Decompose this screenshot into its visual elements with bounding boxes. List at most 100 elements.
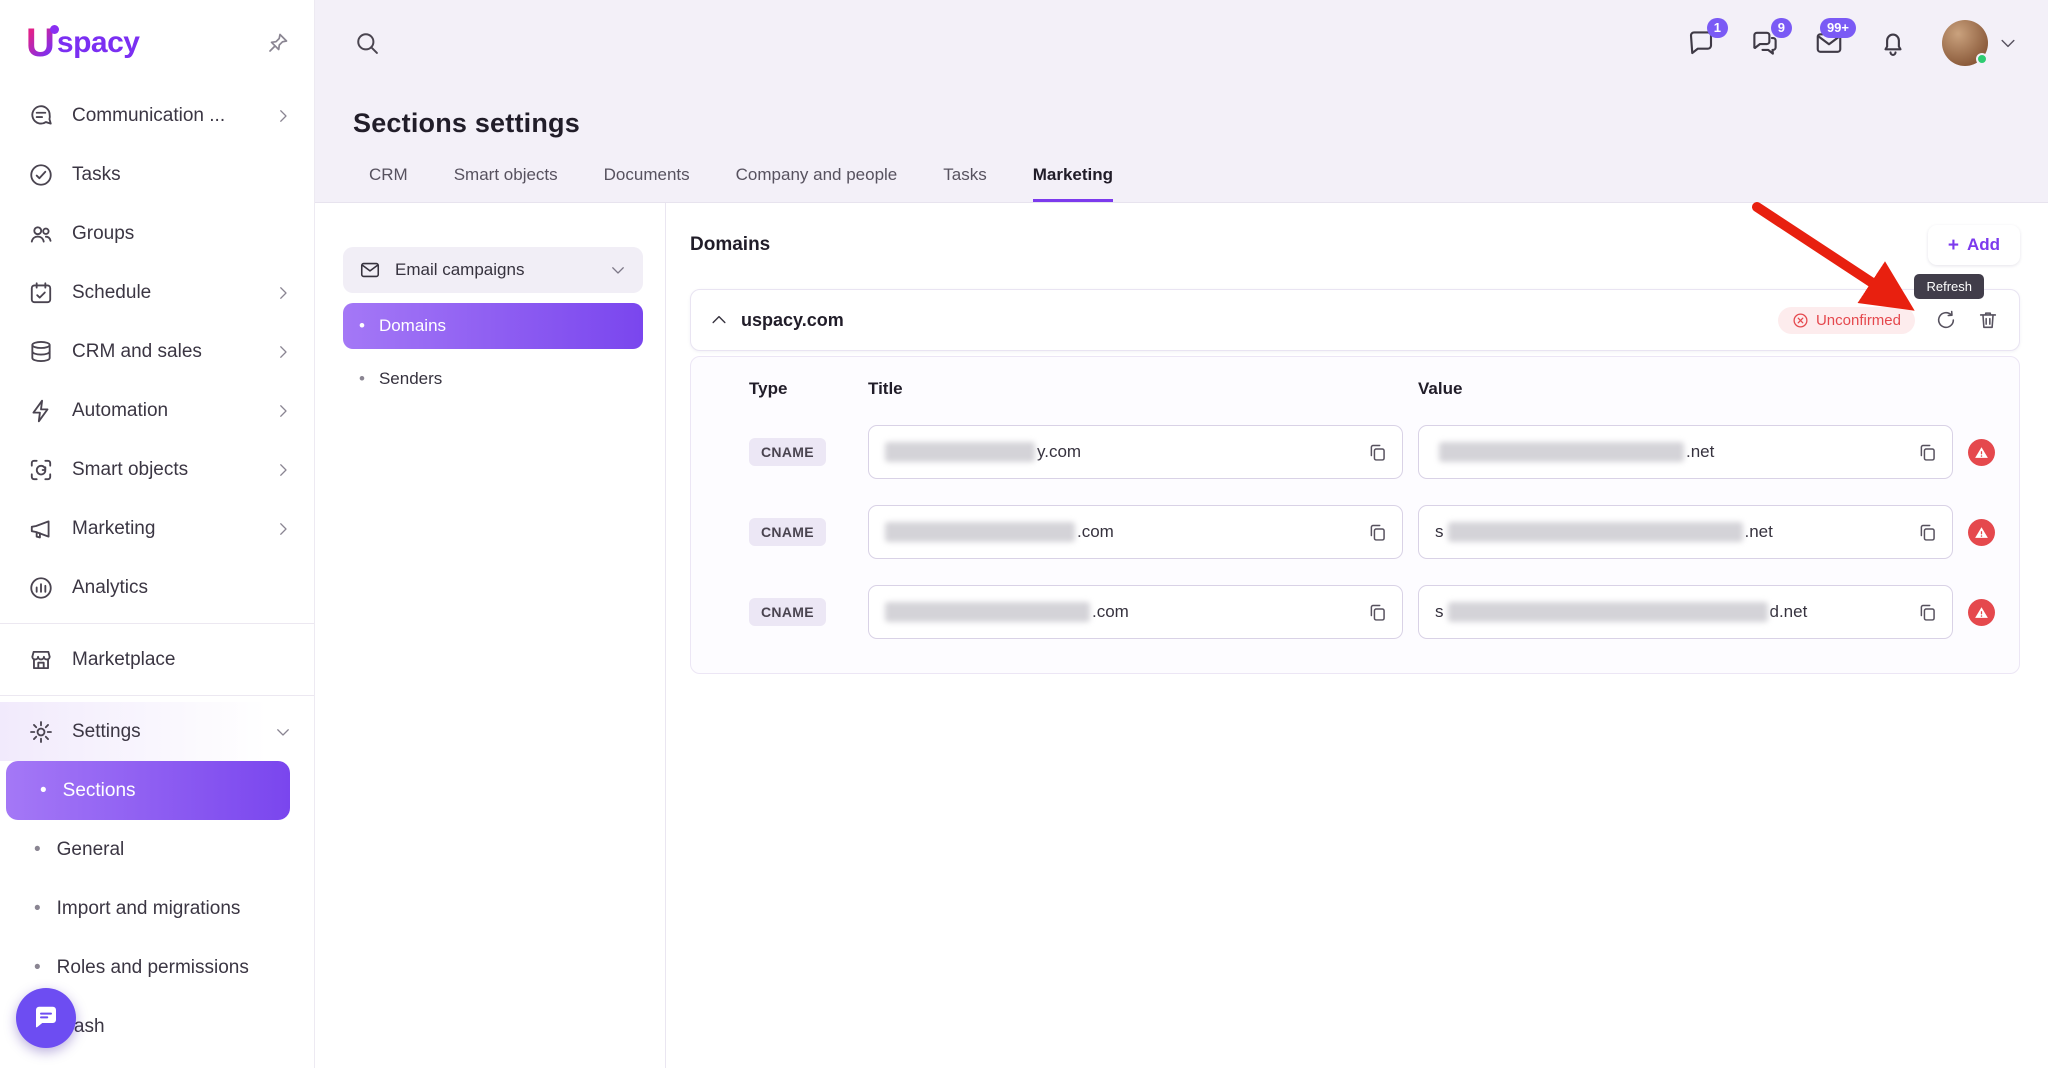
record-title-field[interactable]: .com (868, 505, 1403, 559)
tab-tasks[interactable]: Tasks (943, 165, 986, 202)
sidebar-item-label: CRM and sales (72, 341, 202, 363)
delete-domain-button[interactable] (1977, 309, 1999, 331)
refresh-button[interactable] (1935, 309, 1957, 331)
value-suffix: .net (1745, 522, 1773, 542)
copy-icon[interactable] (1917, 602, 1938, 623)
sidebar-subitem-general[interactable]: General (0, 820, 314, 879)
column-header-title: Title (868, 379, 1403, 399)
record-type: CNAME (749, 518, 826, 546)
domain-card: uspacy.com Unconfirmed (690, 289, 2020, 674)
tab-documents[interactable]: Documents (604, 165, 690, 202)
subnav-label: Senders (379, 369, 442, 389)
main-area: 1 9 99+ Section (315, 0, 2048, 1068)
chevron-up-icon[interactable] (709, 310, 729, 330)
record-value-field[interactable]: s d.net (1418, 585, 1953, 639)
bullet-icon (359, 316, 379, 336)
topbar: 1 9 99+ (315, 0, 2048, 86)
record-type: CNAME (749, 598, 826, 626)
user-menu[interactable] (1942, 20, 2018, 66)
chats-button[interactable]: 9 (1750, 28, 1780, 58)
workarea: Email campaigns Domains Senders Domains (315, 203, 2048, 1068)
record-value-field[interactable]: s .net (1418, 505, 1953, 559)
sidebar-item-communication[interactable]: Communication ... (0, 86, 314, 145)
copy-icon[interactable] (1917, 442, 1938, 463)
app-window: U spacy Communication ... Tasks Groups (0, 0, 2048, 1068)
subnav-item-domains[interactable]: Domains (343, 303, 643, 349)
sidebar-divider (0, 695, 314, 696)
groups-icon (28, 221, 54, 247)
add-domain-button[interactable]: + Add (1928, 225, 2020, 265)
domains-heading: Domains (690, 234, 770, 256)
tasks-icon (28, 162, 54, 188)
sidebar-item-schedule[interactable]: Schedule (0, 263, 314, 322)
circle-x-icon (1792, 312, 1809, 329)
sidebar-item-crm-and-sales[interactable]: CRM and sales (0, 322, 314, 381)
comments-button[interactable]: 1 (1686, 28, 1716, 58)
sidebar-item-marketing[interactable]: Marketing (0, 499, 314, 558)
subnav-label: Email campaigns (395, 260, 524, 280)
sidebar-item-analytics[interactable]: Analytics (0, 558, 314, 617)
record-value-field[interactable]: .net (1418, 425, 1953, 479)
marketplace-icon (28, 647, 54, 673)
domain-name: uspacy.com (741, 310, 844, 331)
communication-icon (28, 103, 54, 129)
sidebar-item-settings[interactable]: Settings (0, 702, 314, 761)
marketing-icon (28, 516, 54, 542)
sidebar-item-label: Settings (72, 721, 141, 743)
notifications-button[interactable] (1878, 28, 1908, 58)
mail-button[interactable]: 99+ (1814, 28, 1844, 58)
subnav-item-senders[interactable]: Senders (343, 357, 643, 401)
title-suffix: .com (1092, 602, 1129, 622)
record-title-field[interactable]: .com (868, 585, 1403, 639)
column-header-type: Type (749, 379, 853, 399)
sidebar-item-label: Marketplace (72, 649, 176, 671)
tab-crm[interactable]: CRM (369, 165, 408, 202)
avatar (1942, 20, 1988, 66)
tab-company-and-people[interactable]: Company and people (736, 165, 898, 202)
marketing-subnav: Email campaigns Domains Senders (315, 203, 666, 1068)
sidebar-item-tasks[interactable]: Tasks (0, 145, 314, 204)
brand-dot (50, 25, 59, 34)
title-suffix: .com (1077, 522, 1114, 542)
chevron-right-icon (274, 343, 292, 361)
pin-sidebar-icon[interactable] (266, 31, 290, 55)
status-badge: Unconfirmed (1778, 307, 1915, 334)
redacted-text (885, 602, 1090, 622)
sidebar-item-label: Smart objects (72, 459, 188, 481)
copy-icon[interactable] (1917, 522, 1938, 543)
tab-smart-objects[interactable]: Smart objects (454, 165, 558, 202)
refresh-icon (1935, 309, 1957, 331)
sidebar-item-label: Groups (72, 223, 134, 245)
sidebar: U spacy Communication ... Tasks Groups (0, 0, 315, 1068)
subnav-item-email-campaigns[interactable]: Email campaigns (343, 247, 643, 293)
sidebar-subitem-import-and-migrations[interactable]: Import and migrations (0, 879, 314, 938)
sidebar-item-label: Analytics (72, 577, 148, 599)
record-title-field[interactable]: y.com (868, 425, 1403, 479)
sidebar-item-automation[interactable]: Automation (0, 381, 314, 440)
support-chat-button[interactable] (16, 988, 76, 1048)
bell-icon (1878, 28, 1908, 58)
copy-icon[interactable] (1367, 442, 1388, 463)
dns-records-table: Type Title Value CNAME y.com (749, 379, 1993, 639)
domain-card-header[interactable]: uspacy.com Unconfirmed (690, 289, 2020, 351)
chevron-right-icon (274, 107, 292, 125)
logo-row: U spacy (0, 0, 314, 86)
sidebar-item-marketplace[interactable]: Marketplace (0, 630, 314, 689)
subitem-label: Roles and permissions (57, 957, 249, 979)
crm-icon (28, 339, 54, 365)
bullet-icon (34, 839, 57, 861)
bullet-icon (34, 957, 57, 979)
search-icon[interactable] (353, 29, 381, 57)
copy-icon[interactable] (1367, 602, 1388, 623)
sidebar-subitem-sections[interactable]: Sections (6, 761, 290, 820)
chat-icon (31, 1003, 61, 1033)
sidebar-item-groups[interactable]: Groups (0, 204, 314, 263)
settings-gear-icon (28, 719, 54, 745)
sidebar-item-label: Automation (72, 400, 168, 422)
envelope-icon (359, 259, 381, 281)
tab-marketing[interactable]: Marketing (1033, 165, 1113, 202)
sidebar-item-smart-objects[interactable]: Smart objects (0, 440, 314, 499)
topbar-icons: 1 9 99+ (1686, 20, 2018, 66)
copy-icon[interactable] (1367, 522, 1388, 543)
brand-logo[interactable]: U (26, 23, 55, 63)
